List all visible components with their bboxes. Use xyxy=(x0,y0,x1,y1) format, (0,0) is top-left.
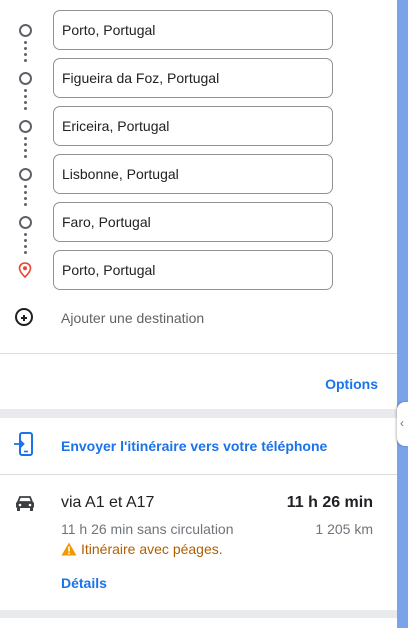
route-duration: 11 h 26 min xyxy=(286,494,373,511)
section-gap xyxy=(0,610,397,618)
send-to-phone-icon xyxy=(14,432,33,456)
options-button[interactable]: Options xyxy=(325,376,378,392)
details-link[interactable]: Détails xyxy=(61,575,107,591)
stop-field-5[interactable] xyxy=(53,202,333,242)
add-destination-label: Ajouter une destination xyxy=(61,310,205,326)
send-to-phone-button[interactable]: Envoyer l'itinéraire vers votre téléphon… xyxy=(0,426,397,466)
stop-row-3 xyxy=(0,106,397,146)
circle-icon xyxy=(19,72,32,85)
stop-row-2 xyxy=(0,58,397,98)
stop-field-4[interactable] xyxy=(53,154,333,194)
map-edge xyxy=(397,0,408,628)
circle-icon xyxy=(19,120,32,133)
circle-icon xyxy=(19,168,32,181)
add-circle-icon xyxy=(15,308,33,326)
divider xyxy=(0,474,397,475)
collapse-panel-button[interactable]: ‹ xyxy=(397,402,408,446)
circle-icon xyxy=(19,24,32,37)
stop-row-5 xyxy=(0,202,397,242)
stop-field-6[interactable] xyxy=(53,250,333,290)
warning-icon xyxy=(61,542,77,556)
stop-input-3[interactable] xyxy=(54,107,322,145)
stop-input-5[interactable] xyxy=(54,203,322,241)
directions-panel: Ajouter une destination Options Envoyer … xyxy=(0,0,397,628)
car-icon xyxy=(16,496,34,511)
divider xyxy=(0,353,397,354)
section-gap xyxy=(0,409,397,418)
stop-field-1[interactable] xyxy=(53,10,333,50)
stop-row-1 xyxy=(0,10,397,50)
circle-icon xyxy=(19,216,32,229)
chevron-left-icon: ‹ xyxy=(400,416,404,430)
stop-field-2[interactable] xyxy=(53,58,333,98)
location-pin-icon xyxy=(18,262,32,278)
stop-row-6 xyxy=(0,250,397,290)
route-without-traffic: 11 h 26 min sans circulation xyxy=(61,521,234,537)
route-distance: 1 205 km xyxy=(315,521,373,537)
toll-warning: Itinéraire avec péages. xyxy=(81,541,223,557)
send-to-phone-label: Envoyer l'itinéraire vers votre téléphon… xyxy=(61,438,328,454)
add-destination-button[interactable]: Ajouter une destination xyxy=(0,304,397,334)
stop-field-3[interactable] xyxy=(53,106,333,146)
stop-input-2[interactable] xyxy=(54,59,322,97)
stop-input-4[interactable] xyxy=(54,155,322,193)
stop-input-1[interactable] xyxy=(54,11,322,49)
stop-input-6[interactable] xyxy=(54,251,322,289)
route-title[interactable]: via A1 et A17 xyxy=(61,494,154,512)
stop-row-4 xyxy=(0,154,397,194)
